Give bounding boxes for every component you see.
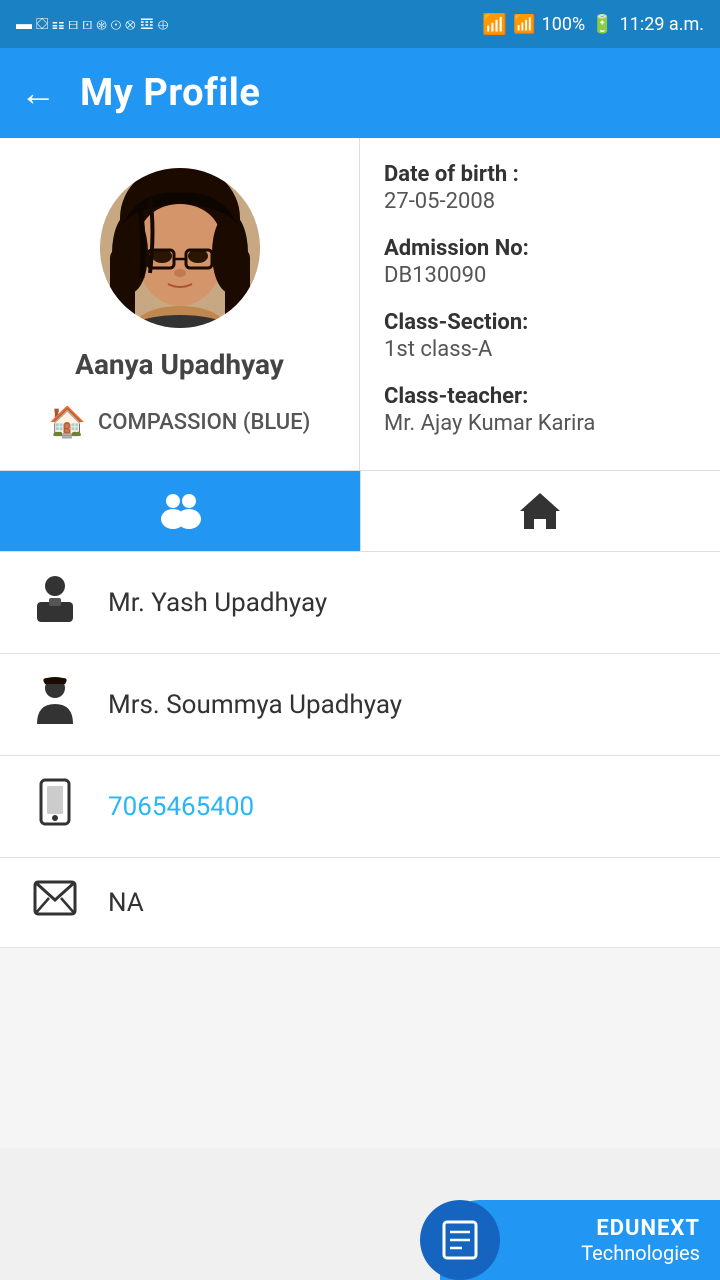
battery-icon: 🔋 [591,14,613,35]
header: ← My Profile [0,48,720,138]
dob-label: Date of birth : [384,162,696,187]
phone-icon [30,778,80,835]
mother-icon [30,676,80,733]
brand-banner: EDUNEXT Technologies [440,1200,720,1280]
class-section: Class-Section: 1st class-A [384,310,696,372]
phone-number: 7065465400 [108,792,254,822]
student-name: Aanya Upadhyay [75,348,284,381]
list-item-mother: Mrs. Soummya Upadhyay [0,654,720,756]
brand-icon [420,1200,500,1280]
email-value: NA [108,888,144,918]
teacher-section: Class-teacher: Mr. Ajay Kumar Karira [384,384,696,446]
brand-top: EDUNEXT [596,1216,700,1241]
contact-list: Mr. Yash Upadhyay Mrs. Soummya Upadhyay … [0,552,720,948]
class-label: Class-Section: [384,310,696,335]
house-row: 🏠 COMPASSION (BLUE) [49,405,311,440]
teacher-label: Class-teacher: [384,384,696,409]
status-icons-left: ▬ ⛋ ☷ ⊟ ⊡ ⊛ ⊙ ⊗ 𝌞 ⊕ [16,14,168,34]
page-title: My Profile [80,71,260,115]
list-item-email: NA [0,858,720,948]
brand-bottom: Technologies [581,1241,700,1265]
house-label: COMPASSION (BLUE) [98,410,310,435]
admission-value: DB130090 [384,263,696,288]
brand-text: EDUNEXT Technologies [581,1216,700,1265]
profile-left: Aanya Upadhyay 🏠 COMPASSION (BLUE) [0,138,360,470]
status-icons-right: 📶 📶 100% 🔋 11:29 a.m. [482,12,704,36]
back-button[interactable]: ← [20,72,56,114]
father-name: Mr. Yash Upadhyay [108,588,327,618]
time-label: 11:29 a.m. [620,14,704,35]
status-bar: ▬ ⛋ ☷ ⊟ ⊡ ⊛ ⊙ ⊗ 𝌞 ⊕ 📶 📶 100% 🔋 11:29 a.m… [0,0,720,48]
avatar [100,168,260,328]
class-value: 1st class-A [384,337,696,362]
house-icon: 🏠 [49,405,86,440]
list-item-phone: 7065465400 [0,756,720,858]
mother-name: Mrs. Soummya Upadhyay [108,690,402,720]
profile-section: Aanya Upadhyay 🏠 COMPASSION (BLUE) Date … [0,138,720,471]
admission-section: Admission No: DB130090 [384,236,696,298]
dob-section: Date of birth : 27-05-2008 [384,162,696,224]
admission-label: Admission No: [384,236,696,261]
empty-space [0,948,720,1148]
wifi-icon: 📶 [482,12,507,36]
father-icon [30,574,80,631]
signal-icon: 📶 [513,14,535,35]
battery-label: 100% [542,14,586,35]
tab-home[interactable] [361,471,720,551]
email-icon [30,880,80,925]
dob-value: 27-05-2008 [384,189,696,214]
list-item-father: Mr. Yash Upadhyay [0,552,720,654]
teacher-value: Mr. Ajay Kumar Karira [384,411,696,436]
tabs [0,471,720,552]
profile-right: Date of birth : 27-05-2008 Admission No:… [360,138,720,470]
tab-family[interactable] [0,471,360,551]
